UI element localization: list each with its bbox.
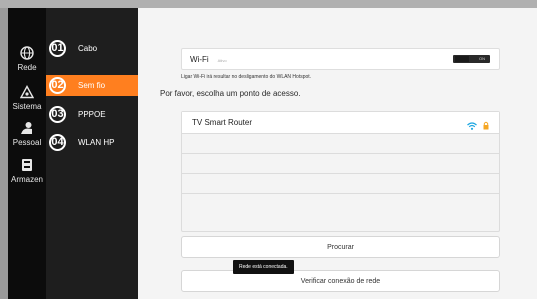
access-point-row xyxy=(182,154,499,174)
nav-label: Armazen xyxy=(10,175,43,184)
sub-item-pppoe[interactable]: 03 PPPOE xyxy=(46,104,138,125)
sub-item-label: Cabo xyxy=(78,44,98,53)
sub-item-number: 01 xyxy=(49,40,66,57)
sub-item-label: Sem fio xyxy=(78,81,106,90)
globe-icon xyxy=(18,44,36,62)
top-bar xyxy=(0,0,537,8)
toggle-knob xyxy=(455,56,469,62)
toggle-label: ON xyxy=(479,56,485,61)
choose-title: Por favor, escolha um ponto de acesso. xyxy=(160,89,301,98)
access-point-list: TV Smart Router xyxy=(181,111,500,232)
storage-icon xyxy=(18,156,36,174)
sub-item-sem-fio[interactable]: 02 Sem fio xyxy=(46,75,138,96)
content-panel: Wi-Fi Ativo ON Ligar Wi-Fi irá resultar … xyxy=(138,8,537,299)
sub-item-cabo[interactable]: 01 Cabo xyxy=(46,38,138,59)
access-point-icons xyxy=(467,117,489,135)
nav-label: Sistema xyxy=(12,102,42,111)
access-point-row xyxy=(182,194,499,214)
check-connection-button[interactable]: Verificar conexão de rede xyxy=(181,270,500,292)
sub-menu: 01 Cabo 02 Sem fio 03 PPPOE 04 WLAN HP xyxy=(46,8,138,299)
nav-rail: Rede Sistema Pessoal Armazen xyxy=(8,8,46,299)
nav-item-pessoal[interactable]: Pessoal xyxy=(8,119,46,147)
wifi-status-text: Ativo xyxy=(217,57,227,63)
wifi-toggle[interactable]: ON xyxy=(453,55,490,63)
nav-item-armazen[interactable]: Armazen xyxy=(8,156,46,184)
sub-item-number: 03 xyxy=(49,106,66,123)
nav-label: Pessoal xyxy=(12,138,42,147)
access-point-row xyxy=(182,174,499,194)
sub-item-number: 04 xyxy=(49,134,66,151)
nav-item-sistema[interactable]: Sistema xyxy=(8,83,46,111)
access-point-name: TV Smart Router xyxy=(192,118,253,127)
triangle-icon xyxy=(18,83,36,101)
sub-item-wlan-hp[interactable]: 04 WLAN HP xyxy=(46,132,138,153)
sub-item-number: 02 xyxy=(49,77,66,94)
connection-toast: Rede está conectada. xyxy=(233,260,294,274)
lock-icon xyxy=(483,117,489,135)
wifi-hint: Ligar Wi-Fi irá resultar no desligamento… xyxy=(181,74,312,80)
wifi-label: Wi-Fi xyxy=(190,54,209,64)
wifi-row[interactable]: Wi-Fi Ativo ON xyxy=(181,48,500,70)
nav-label: Rede xyxy=(17,63,37,72)
sub-item-label: PPPOE xyxy=(78,110,106,119)
sub-item-label: WLAN HP xyxy=(78,138,115,147)
access-point-row xyxy=(182,134,499,154)
access-point-row[interactable]: TV Smart Router xyxy=(182,112,499,134)
person-icon xyxy=(18,119,36,137)
nav-item-rede[interactable]: Rede xyxy=(8,44,46,72)
wifi-icon xyxy=(467,117,477,135)
search-button[interactable]: Procurar xyxy=(181,236,500,258)
left-gutter xyxy=(0,8,8,299)
